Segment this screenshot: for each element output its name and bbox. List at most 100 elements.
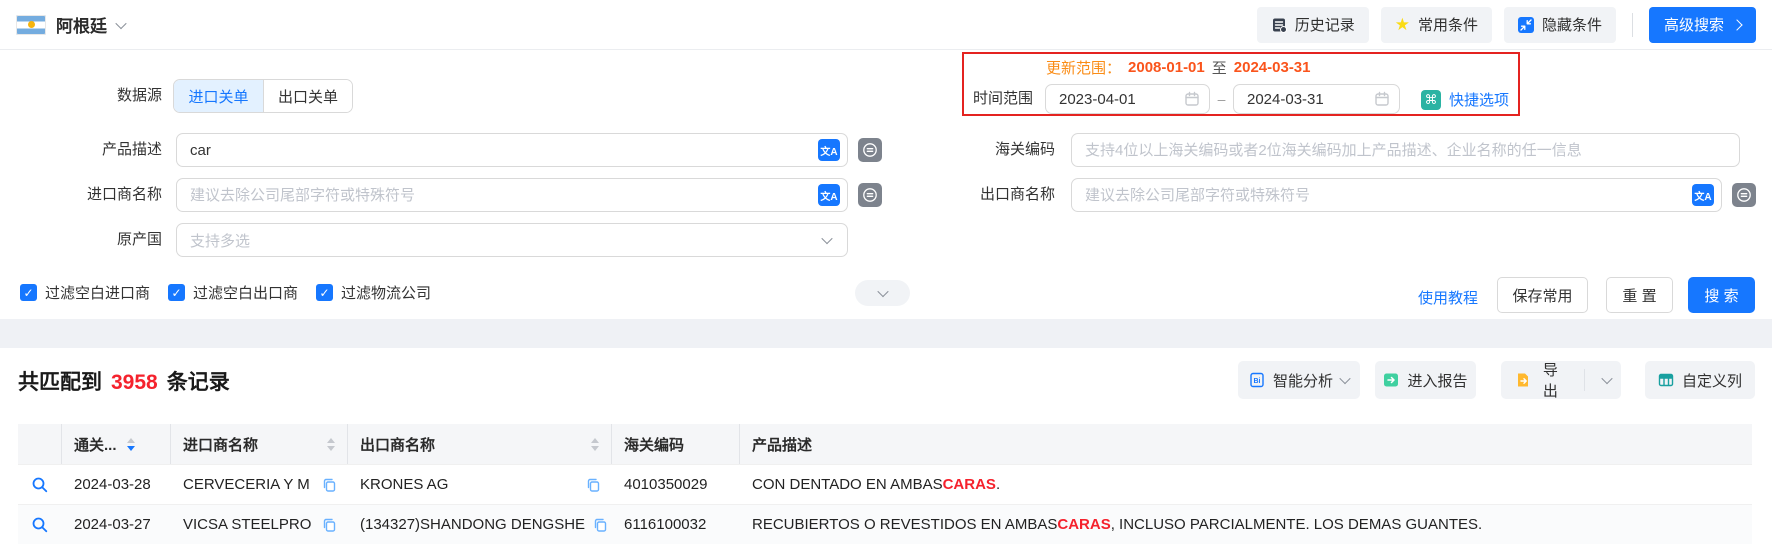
tutorial-link[interactable]: 使用教程 xyxy=(1418,287,1478,308)
custom-columns-button[interactable]: 自定义列 xyxy=(1645,361,1755,399)
history-icon xyxy=(1271,17,1287,33)
detail-cell xyxy=(18,465,62,504)
tab-import-declarations[interactable]: 进口关单 xyxy=(174,80,263,112)
hide-conditions-label: 隐藏条件 xyxy=(1541,17,1602,34)
chevron-down-icon xyxy=(821,232,833,245)
start-date-value: 2023-04-01 xyxy=(1059,90,1136,108)
calendar-icon xyxy=(1184,91,1200,107)
sort-asc-icon xyxy=(327,437,335,443)
synonym-match-icon[interactable] xyxy=(858,183,882,207)
translate-icon[interactable]: 文A xyxy=(818,139,840,161)
end-date-value: 2024-03-31 xyxy=(1247,90,1324,108)
synonym-match-icon[interactable] xyxy=(1732,183,1756,207)
favorites-label: 常用条件 xyxy=(1417,17,1478,34)
hs-code-label: 海关编码 xyxy=(994,141,1055,158)
sort-control[interactable] xyxy=(327,437,335,451)
header-label: 进口商名称 xyxy=(183,436,259,454)
header-detail-column xyxy=(18,424,62,464)
date-range-separator: – xyxy=(1217,91,1226,107)
datasource-label: 数据源 xyxy=(116,87,162,104)
date-cell: 2024-03-28 xyxy=(74,476,151,493)
history-button[interactable]: 历史记录 xyxy=(1256,6,1369,43)
importer-label: 进口商名称 xyxy=(86,186,162,203)
custom-columns-label: 自定义列 xyxy=(1681,372,1742,390)
end-date-input[interactable]: 2024-03-31 xyxy=(1233,84,1400,114)
chevron-down-icon xyxy=(1601,372,1613,385)
advanced-search-button[interactable]: 高级搜索 xyxy=(1648,6,1756,43)
star-icon: ★ xyxy=(1394,15,1410,34)
collapse-form-button[interactable] xyxy=(855,280,910,306)
translate-icon[interactable]: 文A xyxy=(1692,184,1714,206)
filter-blank-importer-checkbox[interactable]: ✓ 过滤空白进口商 xyxy=(20,282,150,303)
enter-report-button[interactable]: 进入报告 xyxy=(1375,361,1476,399)
hs-code-cell: 4010350029 xyxy=(624,476,708,493)
reset-button[interactable]: 重 置 xyxy=(1606,277,1673,313)
top-bar-actions: 历史记录 ★ 常用条件 隐藏条件 高级搜索 xyxy=(1245,6,1756,43)
checkbox-checked-icon: ✓ xyxy=(168,284,185,301)
sort-control[interactable] xyxy=(591,437,599,451)
calendar-icon xyxy=(1374,91,1390,107)
sort-desc-icon xyxy=(327,445,335,451)
results-summary: 共匹配到 3958 条记录 xyxy=(18,366,230,396)
product-desc-input[interactable] xyxy=(176,133,848,167)
desc-text: RECUBIERTOS O REVESTIDOS EN AMBAS xyxy=(752,516,1058,533)
filter-logistics-checkbox[interactable]: ✓ 过滤物流公司 xyxy=(316,282,431,303)
tab-export-declarations[interactable]: 出口关单 xyxy=(263,80,352,112)
table-row: 2024-03-27 VICSA STEELPRO (134327)SHANDO… xyxy=(18,504,1752,544)
time-range-label: 时间范围 xyxy=(972,90,1033,107)
filter-blank-exporter-checkbox[interactable]: ✓ 过滤空白出口商 xyxy=(168,282,298,303)
favorites-button[interactable]: ★ 常用条件 xyxy=(1380,6,1492,43)
copy-icon[interactable] xyxy=(586,478,600,492)
origin-placeholder: 支持多选 xyxy=(190,232,251,250)
view-detail-magnifier-icon[interactable] xyxy=(31,476,49,494)
export-button[interactable]: 导出 xyxy=(1501,361,1576,400)
importer-name: VICSA STEELPRO xyxy=(183,516,312,533)
copy-icon[interactable] xyxy=(322,478,336,492)
country-selector[interactable]: 阿根廷 xyxy=(16,12,127,37)
hide-conditions-button[interactable]: 隐藏条件 xyxy=(1503,6,1616,43)
header-label: 海关编码 xyxy=(624,436,685,454)
header-hs-code: 海关编码 xyxy=(612,424,740,464)
search-button[interactable]: 搜 索 xyxy=(1688,277,1755,313)
export-icon xyxy=(1515,372,1531,388)
start-date-input[interactable]: 2023-04-01 xyxy=(1045,84,1210,114)
header-clearance-date: 通关... xyxy=(62,424,171,464)
header-label: 产品描述 xyxy=(752,436,813,454)
results-count: 3958 xyxy=(111,371,158,394)
importer-input[interactable] xyxy=(176,178,848,212)
header-label: 通关... xyxy=(74,436,117,454)
checkbox-checked-icon: ✓ xyxy=(316,284,333,301)
analysis-icon: Bi xyxy=(1249,372,1265,388)
view-detail-magnifier-icon[interactable] xyxy=(31,516,49,534)
top-bar: 阿根廷 历史记录 ★ 常用条件 隐藏条件 高级搜索 xyxy=(0,0,1772,50)
date-cell: 2024-03-27 xyxy=(74,516,151,533)
desc-highlight: CARAS xyxy=(1057,516,1111,533)
exporter-input[interactable] xyxy=(1071,178,1722,212)
importer-name: CERVECERIA Y M xyxy=(183,476,310,493)
translate-icon[interactable]: 文A xyxy=(818,184,840,206)
copy-icon[interactable] xyxy=(322,518,336,532)
quick-options[interactable]: ⌘ 快捷选项 xyxy=(1421,89,1509,110)
quick-options-link[interactable]: 快捷选项 xyxy=(1449,89,1509,110)
origin-country-label: 原产国 xyxy=(116,231,162,248)
hs-code-input[interactable] xyxy=(1071,133,1740,167)
desc-text: CON DENTADO EN AMBAS xyxy=(752,476,943,493)
chevron-right-icon xyxy=(1731,18,1743,31)
filter-label: 过滤空白出口商 xyxy=(193,285,299,302)
origin-country-select[interactable]: 支持多选 xyxy=(176,223,848,257)
filter-label: 过滤物流公司 xyxy=(341,285,432,302)
export-dropdown-button[interactable] xyxy=(1593,361,1622,399)
country-name: 阿根廷 xyxy=(56,17,107,36)
desc-text: . xyxy=(995,476,1001,493)
results-suffix: 条记录 xyxy=(166,371,230,394)
filter-label: 过滤空白进口商 xyxy=(45,285,151,302)
sort-asc-icon xyxy=(591,437,599,443)
copy-icon[interactable] xyxy=(593,518,607,532)
synonym-match-icon[interactable] xyxy=(858,138,882,162)
chevron-down-icon xyxy=(115,17,127,29)
detail-cell xyxy=(18,505,62,544)
save-conditions-button[interactable]: 保存常用 xyxy=(1497,277,1588,313)
smart-analysis-button[interactable]: Bi 智能分析 xyxy=(1238,361,1360,399)
sort-control[interactable] xyxy=(126,437,135,451)
update-range-start: 2008-01-01 xyxy=(1128,59,1205,76)
